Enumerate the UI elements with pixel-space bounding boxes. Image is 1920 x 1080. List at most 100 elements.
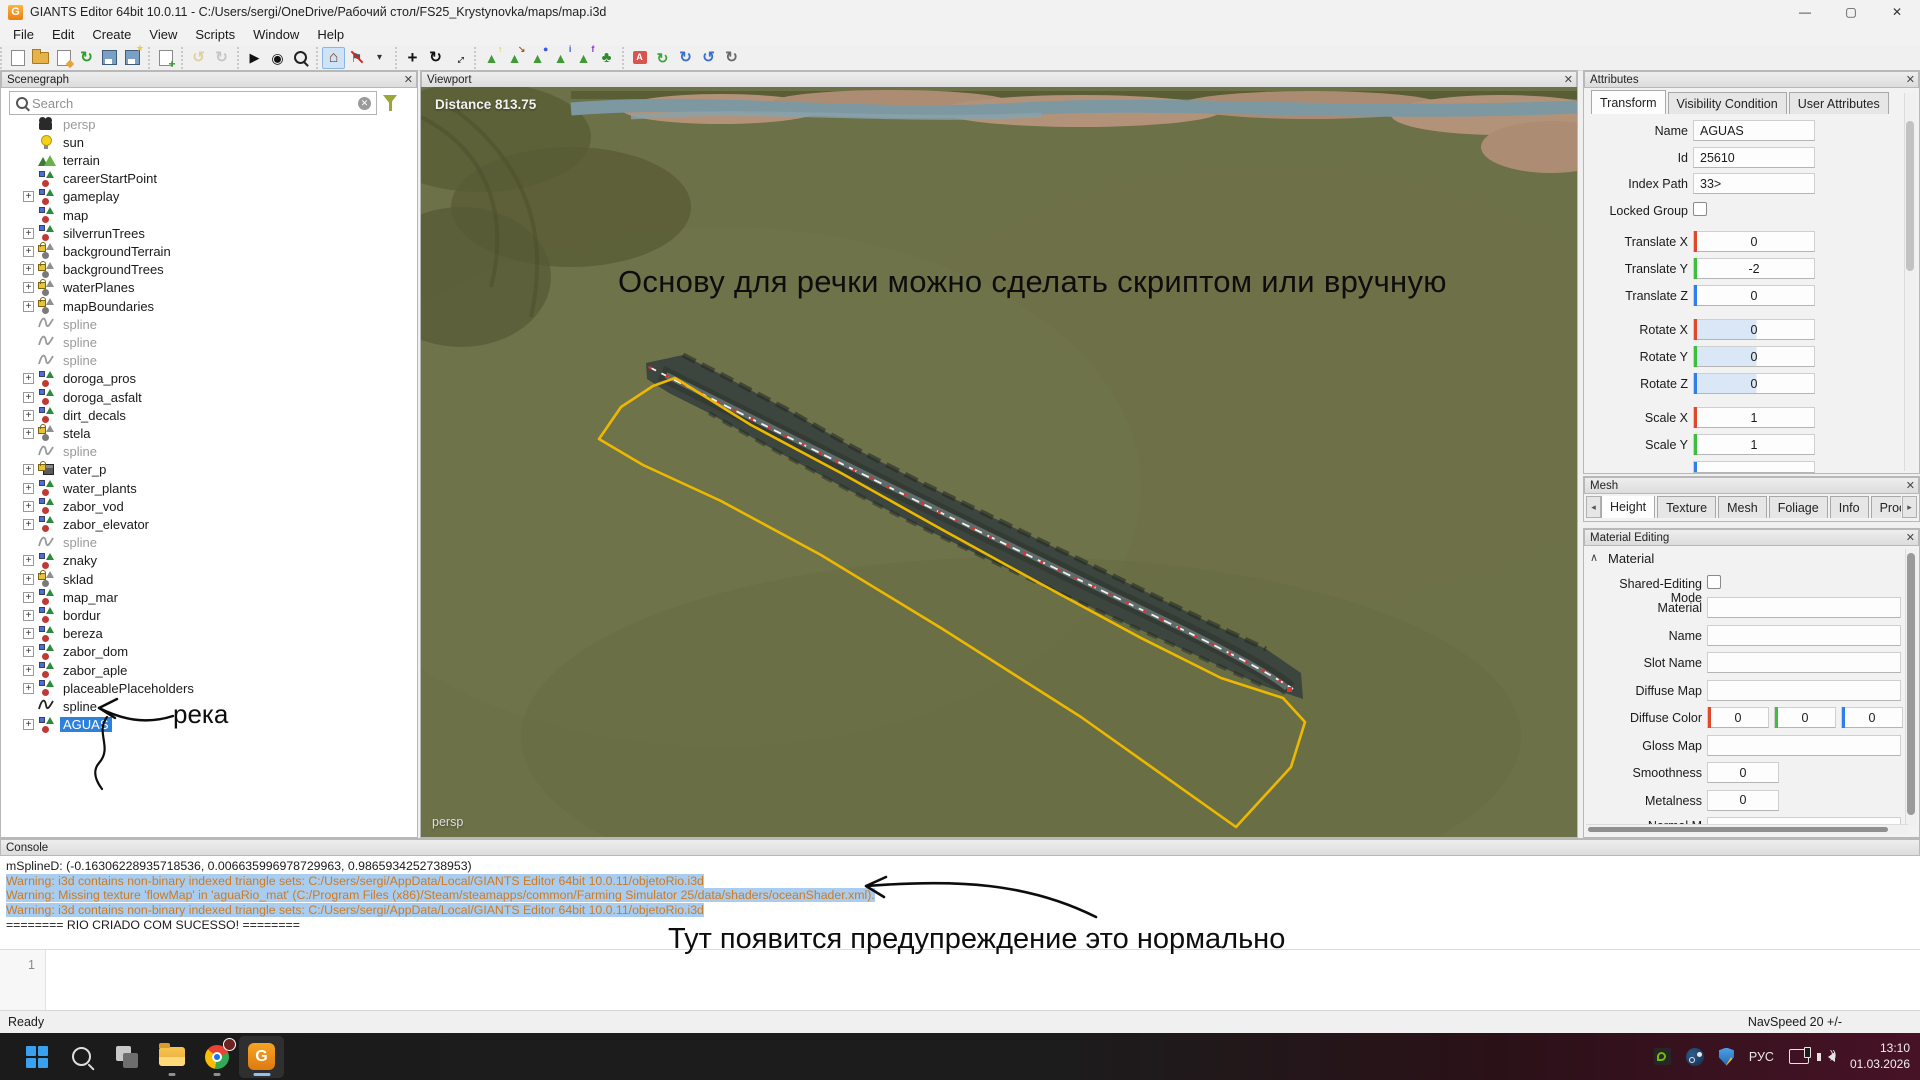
- language-indicator[interactable]: РУС: [1749, 1050, 1774, 1064]
- name-field[interactable]: [1707, 625, 1901, 646]
- reload-doc-button[interactable]: ↻: [720, 47, 743, 69]
- render-toggle-button[interactable]: ◉: [266, 47, 289, 69]
- expand-plus-icon[interactable]: +: [23, 428, 34, 439]
- console-line[interactable]: mSplineD: (-0.16306228935718536, 0.00663…: [6, 859, 472, 873]
- search-taskbar-button[interactable]: [59, 1036, 104, 1078]
- locked-group-checkbox[interactable]: [1693, 202, 1707, 216]
- expand-plus-icon[interactable]: +: [23, 228, 34, 239]
- expand-plus-icon[interactable]: +: [23, 683, 34, 694]
- tree-item-spline[interactable]: spline: [1, 333, 417, 351]
- play-button[interactable]: ▶: [243, 47, 266, 69]
- menu-file[interactable]: File: [4, 25, 43, 44]
- mesh-tabs-right-arrow[interactable]: ▸: [1902, 496, 1917, 518]
- expand-plus-icon[interactable]: +: [23, 555, 34, 566]
- tree-item-spline[interactable]: spline: [1, 315, 417, 333]
- viewport-3d-scene[interactable]: [421, 87, 1577, 837]
- reload-button[interactable]: ↻: [75, 47, 98, 69]
- edit-notes-button[interactable]: [52, 47, 75, 69]
- mesh-tab-procedura[interactable]: Procedura: [1871, 496, 1901, 518]
- tree-item-gameplay[interactable]: +gameplay: [1, 188, 417, 206]
- tree-item-spline[interactable]: spline: [1, 534, 417, 552]
- menu-scripts[interactable]: Scripts: [186, 25, 244, 44]
- metalness-field[interactable]: 0: [1707, 790, 1779, 811]
- material-vscrollbar[interactable]: [1905, 549, 1917, 827]
- mesh-close-icon[interactable]: ✕: [1906, 479, 1915, 492]
- steam-tray-icon[interactable]: [1686, 1048, 1704, 1066]
- scale-z-field[interactable]: [1693, 461, 1815, 473]
- expand-plus-icon[interactable]: +: [23, 665, 34, 676]
- tree-item-sun[interactable]: sun: [1, 133, 417, 151]
- menu-view[interactable]: View: [140, 25, 186, 44]
- expand-plus-icon[interactable]: +: [23, 483, 34, 494]
- search-input[interactable]: Search ✕: [9, 91, 377, 115]
- translate-z-field[interactable]: 0: [1693, 285, 1815, 306]
- tree-item-zabor_aple[interactable]: +zabor_aple: [1, 661, 417, 679]
- expand-plus-icon[interactable]: +: [23, 574, 34, 585]
- volume-icon[interactable]: [1828, 1052, 1835, 1062]
- mesh-tab-height[interactable]: Height: [1601, 496, 1655, 518]
- rotate-tool-button[interactable]: ↻: [424, 47, 447, 69]
- clock[interactable]: 13:10 01.03.2026: [1850, 1041, 1910, 1072]
- scale-y-field[interactable]: 1: [1693, 434, 1815, 455]
- translate-y-field[interactable]: -2: [1693, 258, 1815, 279]
- material-section-row[interactable]: ∧ Material: [1592, 551, 1654, 566]
- rotate-z-field[interactable]: 0: [1693, 373, 1815, 394]
- network-icon[interactable]: [1789, 1049, 1809, 1064]
- expand-plus-icon[interactable]: +: [23, 410, 34, 421]
- attributes-scrollbar[interactable]: [1904, 93, 1916, 471]
- reload-user-button[interactable]: ↺: [697, 47, 720, 69]
- name-field[interactable]: AGUAS: [1693, 120, 1815, 141]
- console-line[interactable]: Warning: i3d contains non-binary indexed…: [6, 874, 704, 888]
- diffuse-color-field-1[interactable]: 0: [1774, 707, 1836, 728]
- save-button[interactable]: [98, 47, 121, 69]
- tree-item-zabor_elevator[interactable]: +zabor_elevator: [1, 515, 417, 533]
- text-abc-button[interactable]: A: [628, 47, 651, 69]
- expand-plus-icon[interactable]: +: [23, 501, 34, 512]
- expand-plus-icon[interactable]: +: [23, 719, 34, 730]
- rotate-x-field[interactable]: 0: [1693, 319, 1815, 340]
- tree-item-careerStartPoint[interactable]: careerStartPoint: [1, 170, 417, 188]
- console-line[interactable]: Warning: i3d contains non-binary indexed…: [6, 903, 704, 917]
- terrain-info-button[interactable]: ▲i: [549, 47, 572, 69]
- tab-transform[interactable]: Transform: [1591, 90, 1666, 114]
- open-file-button[interactable]: [29, 47, 52, 69]
- material-close-icon[interactable]: ✕: [1906, 531, 1915, 544]
- terrain-sculpt-button[interactable]: ▲↑: [480, 47, 503, 69]
- refresh-scripts-button[interactable]: ↻: [651, 47, 674, 69]
- tree-item-doroga_pros[interactable]: +doroga_pros: [1, 370, 417, 388]
- mesh-tab-info[interactable]: Info: [1830, 496, 1869, 518]
- expand-plus-icon[interactable]: +: [23, 246, 34, 257]
- tree-item-spline[interactable]: spline: [1, 443, 417, 461]
- expand-plus-icon[interactable]: +: [23, 264, 34, 275]
- security-shield-icon[interactable]: [1719, 1048, 1734, 1066]
- shared-editing-mode-checkbox[interactable]: [1707, 575, 1721, 589]
- tree-item-dirt_decals[interactable]: +dirt_decals: [1, 406, 417, 424]
- menu-window[interactable]: Window: [244, 25, 308, 44]
- translate-tool-button[interactable]: +: [401, 47, 424, 69]
- frame-selected-button[interactable]: ⌂: [322, 47, 345, 69]
- tree-item-water_plants[interactable]: +water_plants: [1, 479, 417, 497]
- tree-item-backgroundTrees[interactable]: +backgroundTrees: [1, 261, 417, 279]
- tree-item-bereza[interactable]: +bereza: [1, 625, 417, 643]
- tree-item-vater_p[interactable]: +vater_p: [1, 461, 417, 479]
- tree-item-persp[interactable]: persp: [1, 115, 417, 133]
- material-hscrollbar[interactable]: [1586, 824, 1908, 834]
- expand-plus-icon[interactable]: +: [23, 519, 34, 530]
- import-button[interactable]: [154, 47, 177, 69]
- tab-user-attributes[interactable]: User Attributes: [1789, 92, 1889, 114]
- mesh-tab-texture[interactable]: Texture: [1657, 496, 1716, 518]
- mesh-tab-foliage[interactable]: Foliage: [1769, 496, 1828, 518]
- tree-item-silverrunTrees[interactable]: +silverrunTrees: [1, 224, 417, 242]
- tree-item-znaky[interactable]: +znaky: [1, 552, 417, 570]
- material-field[interactable]: [1707, 597, 1901, 618]
- smoothness-field[interactable]: 0: [1707, 762, 1779, 783]
- slot-name-field[interactable]: [1707, 652, 1901, 673]
- viewport-close-icon[interactable]: ✕: [1564, 73, 1573, 86]
- chrome-taskbar-button[interactable]: [194, 1036, 239, 1078]
- file-explorer-taskbar-button[interactable]: [149, 1036, 194, 1078]
- translate-x-field[interactable]: 0: [1693, 231, 1815, 252]
- hide-flags-button[interactable]: ⚑: [345, 47, 368, 69]
- new-file-button[interactable]: [6, 47, 29, 69]
- expand-plus-icon[interactable]: +: [23, 646, 34, 657]
- tree-item-mapBoundaries[interactable]: +mapBoundaries: [1, 297, 417, 315]
